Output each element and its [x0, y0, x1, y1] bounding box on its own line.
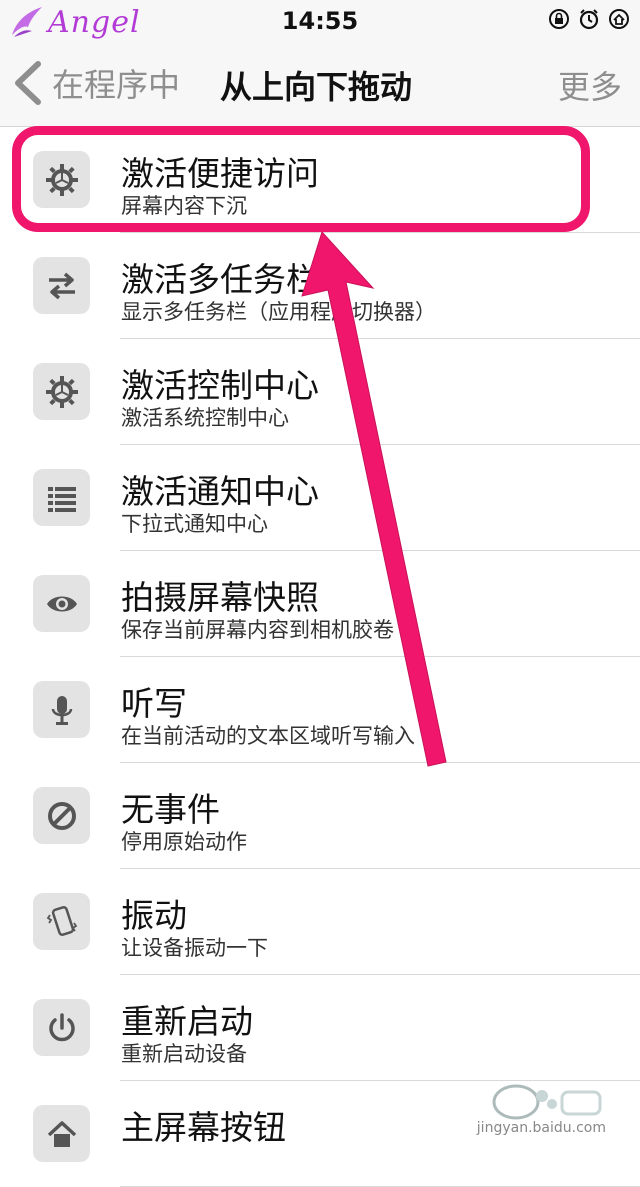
status-icons	[548, 8, 630, 30]
watermark-text: jingyan.baidu.com	[476, 1120, 606, 1136]
item-subtitle: 保存当前屏幕内容到相机胶卷	[121, 618, 394, 642]
back-label: 在程序中	[52, 66, 181, 104]
swap-arrows-icon	[33, 257, 90, 314]
item-title: 重新启动	[121, 1002, 253, 1041]
item-title: 激活便捷访问	[121, 154, 319, 193]
alarm-icon	[578, 8, 600, 30]
vibrate-phone-icon	[33, 893, 90, 950]
item-title: 听写	[121, 684, 187, 723]
rotation-lock-icon	[548, 8, 570, 30]
back-button[interactable]: 在程序中	[12, 58, 180, 108]
list-icon	[33, 469, 90, 526]
item-title: 激活控制中心	[121, 366, 319, 405]
no-entry-icon	[33, 787, 90, 844]
home-icon	[33, 1105, 90, 1162]
item-subtitle: 停用原始动作	[121, 830, 247, 854]
item-subtitle: 显示多任务栏（应用程序切换器）	[121, 300, 436, 324]
list-item[interactable]: 激活通知中心 下拉式通知中心	[0, 445, 640, 551]
eye-icon	[33, 575, 90, 632]
list-item[interactable]: 拍摄屏幕快照 保存当前屏幕内容到相机胶卷	[0, 551, 640, 657]
item-title: 振动	[121, 896, 187, 935]
item-title: 拍摄屏幕快照	[121, 578, 319, 617]
page-title: 从上向下拖动	[220, 68, 413, 106]
gear-icon	[33, 151, 90, 208]
list-item[interactable]: 无事件 停用原始动作	[0, 763, 640, 869]
item-subtitle: 让设备振动一下	[121, 936, 268, 960]
more-button[interactable]: 更多	[558, 62, 622, 108]
navigation-bar: 在程序中 从上向下拖动 更多	[0, 42, 640, 127]
list-item[interactable]: 听写 在当前活动的文本区域听写输入	[0, 657, 640, 763]
item-subtitle: 在当前活动的文本区域听写输入	[121, 724, 415, 748]
status-bar: Angel 14:55	[0, 0, 640, 42]
home-status-icon	[608, 8, 630, 30]
power-icon	[33, 999, 90, 1056]
gear-icon	[33, 363, 90, 420]
chevron-left-icon	[15, 61, 41, 105]
action-list: 激活便捷访问 屏幕内容下沉 激活多任务栏 显示多任务栏（应用程序切换器） 激活控…	[0, 127, 640, 1187]
item-subtitle: 激活系统控制中心	[121, 406, 289, 430]
item-subtitle: 屏幕内容下沉	[121, 194, 247, 218]
status-time: 14:55	[281, 7, 359, 35]
item-subtitle: 重新启动设备	[121, 1042, 247, 1066]
item-title: 主屏幕按钮	[121, 1108, 286, 1147]
item-title: 激活多任务栏	[121, 260, 319, 299]
item-subtitle: 下拉式通知中心	[121, 512, 268, 536]
list-item[interactable]: 重新启动 重新启动设备	[0, 975, 640, 1081]
item-title: 激活通知中心	[121, 472, 319, 511]
list-item[interactable]: 激活控制中心 激活系统控制中心	[0, 339, 640, 445]
list-item[interactable]: 振动 让设备振动一下	[0, 869, 640, 975]
microphone-icon	[33, 681, 90, 738]
list-item[interactable]: 激活多任务栏 显示多任务栏（应用程序切换器）	[0, 233, 640, 339]
list-item[interactable]: 激活便捷访问 屏幕内容下沉	[0, 127, 640, 233]
item-title: 无事件	[121, 790, 220, 829]
